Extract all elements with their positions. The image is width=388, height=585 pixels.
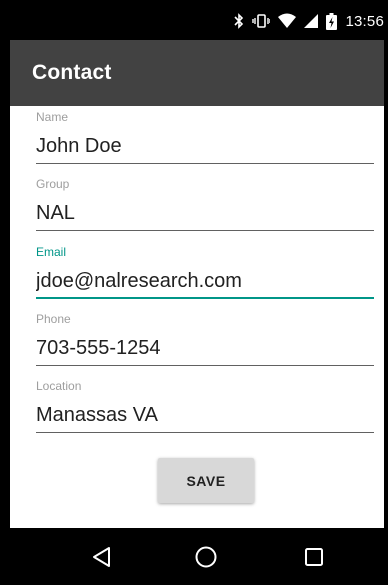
- group-field-group: Group NAL: [36, 177, 374, 231]
- recents-icon[interactable]: [301, 544, 327, 570]
- status-time: 13:56: [345, 12, 384, 30]
- status-icons: 13:56: [234, 10, 384, 32]
- location-label: Location: [36, 379, 82, 393]
- phone-input[interactable]: 703-555-1254: [36, 336, 374, 366]
- name-input[interactable]: John Doe: [36, 134, 374, 164]
- back-icon[interactable]: [89, 544, 115, 570]
- group-label: Group: [36, 177, 70, 191]
- name-field-group: Name John Doe: [36, 110, 374, 164]
- page-title: Contact: [32, 61, 112, 84]
- email-label: Email: [36, 245, 67, 259]
- battery-charging-icon: [326, 12, 338, 30]
- phone-screen: 13:56 Contact Name John Doe Group NAL Em…: [0, 0, 388, 585]
- contact-form: Name John Doe Group NAL Email jdoe@nalre…: [10, 106, 384, 528]
- phone-field-group: Phone 703-555-1254: [36, 312, 374, 366]
- name-label: Name: [36, 110, 69, 124]
- vibrate-icon: [252, 13, 271, 29]
- navigation-bar: [10, 528, 384, 585]
- location-input[interactable]: Manassas VA: [36, 403, 374, 433]
- email-field-group: Email jdoe@nalresearch.com: [36, 245, 374, 299]
- group-input[interactable]: NAL: [36, 201, 374, 231]
- phone-label: Phone: [36, 312, 71, 326]
- status-bar: 13:56: [10, 0, 384, 40]
- bluetooth-icon: [234, 13, 244, 29]
- signal-icon: [304, 13, 319, 29]
- location-field-group: Location Manassas VA: [36, 379, 374, 433]
- app-bar: Contact: [10, 40, 384, 106]
- wifi-icon: [278, 13, 297, 29]
- home-icon[interactable]: [193, 544, 219, 570]
- email-input[interactable]: jdoe@nalresearch.com: [36, 269, 374, 299]
- save-button[interactable]: SAVE: [158, 458, 254, 503]
